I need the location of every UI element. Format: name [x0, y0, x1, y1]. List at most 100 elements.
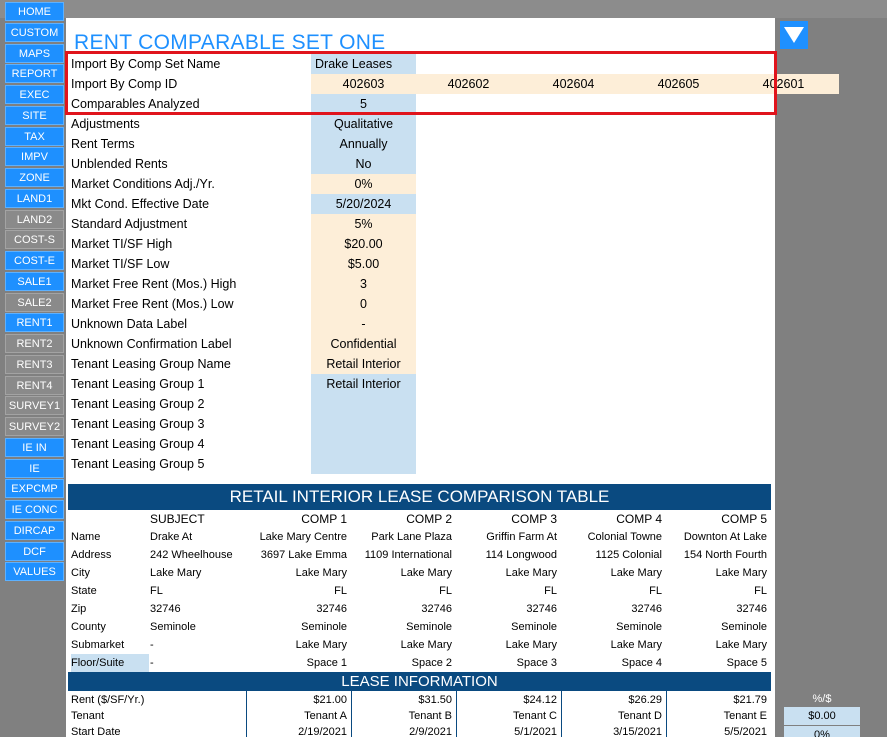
comp-id-cell-2[interactable]: 402602 — [416, 74, 521, 94]
param-row-market-conditions-adj-yr: Market Conditions Adj./Yr. 0% — [66, 174, 775, 194]
comp-2-cell: Lake Mary — [400, 567, 452, 579]
comp-2-cell: 32746 — [421, 603, 452, 615]
nav-land1-button[interactable]: LAND1 — [5, 188, 64, 208]
param-row-tenant-leasing-group-5: Tenant Leasing Group 5 — [66, 454, 775, 474]
comp-3-cell: Lake Mary — [505, 639, 557, 651]
comp-4-cell: Lake Mary — [610, 639, 662, 651]
nav-survey1-button[interactable]: SURVEY1 — [5, 396, 64, 416]
comp-set-name-label: Import By Comp Set Name — [71, 57, 221, 71]
nav-ie-conc-button[interactable]: IE CONC — [5, 500, 64, 519]
param-value-input[interactable]: - — [311, 314, 416, 334]
param-value-input[interactable]: $20.00 — [311, 234, 416, 254]
param-value-input[interactable] — [311, 454, 416, 474]
lease-row-tenant: Tenant Tenant A Tenant B Tenant C Tenant D Te… — [68, 707, 771, 723]
param-value-input[interactable]: Qualitative — [311, 114, 416, 134]
row-label: Name — [71, 531, 101, 543]
param-value-input[interactable] — [311, 414, 416, 434]
row-label: Zip — [71, 603, 87, 615]
nav-ie-button[interactable]: IE — [5, 458, 64, 478]
row-label: Submarket — [71, 639, 125, 651]
nav-land2-button[interactable]: LAND2 — [5, 209, 64, 229]
param-value-input[interactable]: Confidential — [311, 334, 416, 354]
dropdown-toggle-button[interactable] — [780, 21, 808, 49]
comp-3-cell: 114 Longwood — [485, 549, 557, 561]
comp-1-cell: 3697 Lake Emma — [260, 549, 347, 561]
row-label: City — [71, 567, 90, 579]
comp-4-cell: Colonial Towne — [587, 531, 662, 543]
comp-id-cell-5[interactable]: 402601 — [731, 74, 836, 94]
table-row-address: Address 242 Wheelhouse 3697 Lake Emma 1109 … — [68, 546, 771, 564]
nav-rent1-button[interactable]: RENT1 — [5, 313, 64, 333]
comp-id-cell-3[interactable]: 402604 — [521, 74, 626, 94]
nav-cost-s-button[interactable]: COST-S — [5, 230, 64, 250]
nav-rent2-button[interactable]: RENT2 — [5, 334, 64, 353]
row-label: Address — [71, 549, 112, 561]
param-value-input[interactable]: 5% — [311, 214, 416, 234]
nav-impv-button[interactable]: IMPV — [5, 147, 64, 167]
nav-sale1-button[interactable]: SALE1 — [5, 271, 64, 291]
param-value-input[interactable]: 5/20/2024 — [311, 194, 416, 214]
column-header-comp-4: COMP 4 — [616, 512, 662, 526]
comp-5-cell: 32746 — [736, 603, 767, 615]
side-value-percent[interactable]: 0% — [784, 726, 860, 737]
nav-dircap-button[interactable]: DIRCAP — [5, 520, 64, 540]
comp-id-row: Import By Comp ID 402603 402602 402604 4… — [66, 74, 839, 94]
table-row-submarket: Submarket - Lake Mary Lake Mary Lake Mary Lak… — [68, 636, 771, 654]
comp-id-cell-4[interactable]: 402605 — [626, 74, 731, 94]
param-row-rent-terms: Rent Terms Annually — [66, 134, 775, 154]
nav-cost-e-button[interactable]: COST-E — [5, 251, 64, 270]
row-label: Floor/Suite — [71, 654, 149, 672]
param-value-input[interactable] — [311, 434, 416, 454]
param-value-input[interactable]: No — [311, 154, 416, 174]
nav-sale2-button[interactable]: SALE2 — [5, 292, 64, 312]
param-value-input[interactable]: $5.00 — [311, 254, 416, 274]
param-row-market-free-rent-mos-high: Market Free Rent (Mos.) High 3 — [66, 274, 775, 294]
comp-5-cell: 154 North Fourth — [683, 549, 767, 561]
param-label: Unblended Rents — [71, 157, 168, 171]
nav-rent4-button[interactable]: RENT4 — [5, 375, 64, 395]
comp-3-cell: Space 3 — [516, 657, 557, 669]
nav-home-button[interactable]: HOME — [5, 2, 64, 21]
comp-5-cell: Lake Mary — [715, 639, 767, 651]
subject-cell: - — [150, 639, 154, 651]
param-label: Tenant Leasing Group Name — [71, 357, 231, 371]
table-row-floor-suite: Floor/Suite - Space 1 Space 2 Space 3 Space 4… — [68, 654, 771, 672]
param-label: Tenant Leasing Group 4 — [71, 437, 205, 451]
param-value-input[interactable]: 0% — [311, 174, 416, 194]
side-value-dollar[interactable]: $0.00 — [784, 707, 860, 725]
param-value-input[interactable]: 3 — [311, 274, 416, 294]
param-row-adjustments: Adjustments Qualitative — [66, 114, 775, 134]
nav-expcmp-button[interactable]: EXPCMP — [5, 479, 64, 499]
nav-survey2-button[interactable]: SURVEY2 — [5, 417, 64, 436]
table-row-city: City Lake Mary Lake Mary Lake Mary Lake Mary… — [68, 564, 771, 582]
nav-tax-button[interactable]: TAX — [5, 126, 64, 146]
comp-4-lease-cell: 3/15/2021 — [613, 726, 662, 737]
param-value-input[interactable]: 5 — [311, 94, 416, 114]
nav-values-button[interactable]: VALUES — [5, 562, 64, 582]
nav-ie-in-button[interactable]: IE IN — [5, 437, 64, 457]
nav-exec-button[interactable]: EXEC — [5, 85, 64, 104]
row-label: Start Date — [71, 726, 121, 737]
subject-cell: Lake Mary — [150, 567, 202, 579]
param-value-input[interactable]: 0 — [311, 294, 416, 314]
param-value-input[interactable]: Retail Interior — [311, 374, 416, 394]
nav-site-button[interactable]: SITE — [5, 105, 64, 125]
nav-zone-button[interactable]: ZONE — [5, 168, 64, 187]
subject-cell: 242 Wheelhouse — [150, 549, 233, 561]
param-value-input[interactable]: Retail Interior — [311, 354, 416, 374]
nav-maps-button[interactable]: MAPS — [5, 43, 64, 63]
param-row-unknown-data-label: Unknown Data Label - — [66, 314, 775, 334]
param-value-input[interactable] — [311, 394, 416, 414]
nav-report-button[interactable]: REPORT — [5, 64, 64, 84]
top-strip — [0, 0, 887, 18]
nav-rent3-button[interactable]: RENT3 — [5, 354, 64, 374]
param-row-mkt-cond-effective-date: Mkt Cond. Effective Date 5/20/2024 — [66, 194, 775, 214]
comp-1-cell: FL — [334, 585, 347, 597]
param-value-input[interactable]: Annually — [311, 134, 416, 154]
comp-set-name-input[interactable]: Drake Leases — [311, 54, 416, 74]
column-header-comp-2: COMP 2 — [406, 512, 452, 526]
nav-dcf-button[interactable]: DCF — [5, 541, 64, 561]
comp-id-cell-1[interactable]: 402603 — [311, 74, 416, 94]
param-label: Unknown Data Label — [71, 317, 188, 331]
nav-custom-button[interactable]: CUSTOM — [5, 22, 64, 42]
